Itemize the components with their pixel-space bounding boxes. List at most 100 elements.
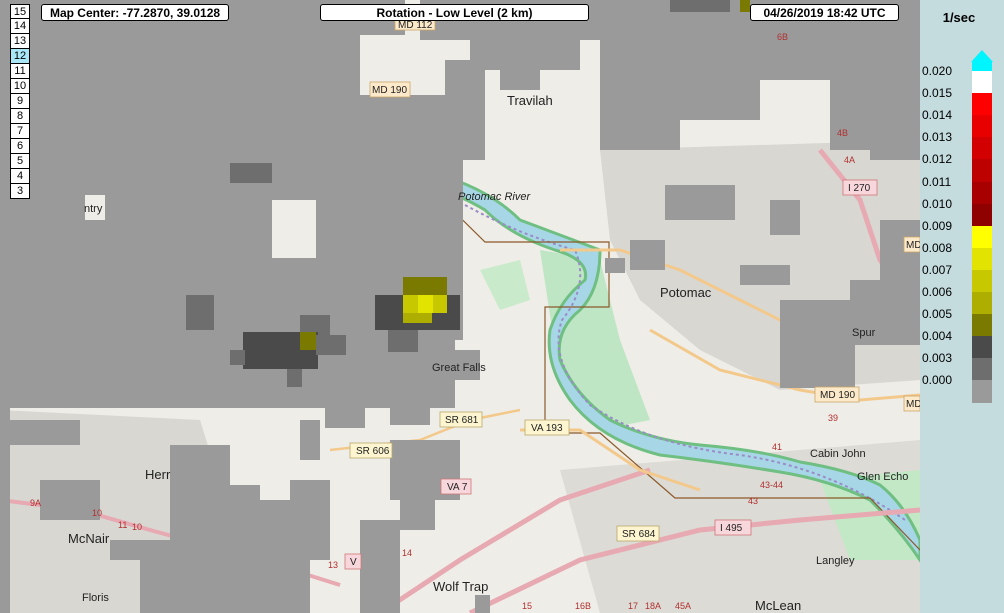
elevation-button-10[interactable]: 10 [10,79,30,94]
shield-md-east: MD [903,236,920,253]
svg-text:10: 10 [92,508,102,518]
svg-text:18A: 18A [645,601,661,611]
place-mclean: McLean [755,598,801,613]
legend-label: 0.009 [922,218,953,233]
svg-text:10: 10 [132,522,142,532]
svg-text:MD: MD [906,240,920,251]
shield-i495: I 495 [714,519,752,536]
shield-va7: VA 7 [440,478,472,495]
legend-swatch [972,292,992,315]
svg-text:15: 15 [522,601,532,611]
shield-sr684: SR 684 [616,525,660,542]
svg-text:MD 112: MD 112 [398,20,433,31]
elevation-button-7[interactable]: 7 [10,124,30,139]
svg-text:I 495: I 495 [720,523,743,534]
elevation-selector: 15 14 13 12 11 10 9 8 7 6 5 4 3 [10,4,30,199]
legend-swatch [972,93,992,117]
product-selector[interactable]: Rotation - Low Level (2 km) [320,4,589,21]
svg-text:MD 190: MD 190 [372,85,407,96]
elevation-button-13[interactable]: 13 [10,34,30,49]
legend-swatch [972,225,992,249]
shield-md-east2: MD [903,395,920,412]
place-herr: Herr [145,467,171,482]
svg-text:VA 193: VA 193 [531,423,563,434]
elevation-button-5[interactable]: 5 [10,154,30,169]
legend-label: 0.012 [922,152,953,167]
svg-text:SR 606: SR 606 [356,446,390,457]
place-travilah: Travilah [507,93,553,108]
place-spur: Spur [852,327,876,339]
legend-swatch [972,115,992,139]
color-legend: 1/sec 0.020 0.015 0.014 0.013 0.012 0.011 0.01… [920,0,1004,613]
legend-label: 0.005 [922,307,953,322]
svg-text:41: 41 [772,442,782,452]
svg-text:VA 7: VA 7 [447,482,468,493]
legend-label: 0.003 [922,351,953,366]
legend-swatch [972,137,992,161]
map-center-readout: Map Center: -77.2870, 39.0128 [41,4,229,21]
svg-text:14: 14 [402,548,412,558]
elevation-button-6[interactable]: 6 [10,139,30,154]
shield-v: V [344,553,362,570]
place-floris: Floris [82,592,109,604]
place-langley: Langley [816,555,855,567]
svg-text:4A: 4A [844,155,855,165]
legend-swatch [972,336,992,360]
svg-text:V: V [350,557,357,568]
place-potomac: Potomac [660,285,712,300]
svg-text:4B: 4B [837,128,848,138]
legend-label: 0.013 [922,130,953,145]
elevation-button-15[interactable]: 15 [10,4,30,19]
legend-label: 0.011 [922,174,952,189]
legend-label: 0.015 [922,86,953,101]
svg-text:MD 190: MD 190 [820,390,855,401]
elevation-button-12[interactable]: 12 [10,49,30,64]
place-mcnair: McNair [68,531,110,546]
svg-text:MD: MD [906,399,920,410]
shield-sr606: SR 606 [349,442,393,459]
shield-i270: I 270 [842,179,878,196]
legend-swatch [972,159,992,183]
elevation-button-9[interactable]: 9 [10,94,30,109]
legend-swatch [972,358,992,382]
elevation-button-14[interactable]: 14 [10,19,30,34]
radar-map[interactable]: Travilah Potomac Great Falls Cabin John … [0,0,920,613]
legend-swatch [972,247,992,271]
legend-swatch [972,314,992,338]
legend-swatch [972,380,992,404]
legend-swatch [972,71,992,94]
svg-text:43-44: 43-44 [760,480,783,490]
svg-text:11: 11 [118,520,127,530]
shield-md190-east: MD 190 [814,386,860,403]
legend-label: 0.014 [922,108,953,123]
svg-text:9A: 9A [30,498,41,508]
svg-text:6B: 6B [777,32,788,42]
legend-label: 0.000 [922,373,953,388]
place-glen-echo: Glen Echo [857,471,908,483]
svg-text:39: 39 [828,413,838,423]
svg-text:43: 43 [748,496,758,506]
map-canvas[interactable]: Travilah Potomac Great Falls Cabin John … [0,0,920,613]
legend-label: 0.004 [922,329,953,344]
shield-md190-north: MD 190 [369,81,411,98]
place-wolf-trap: Wolf Trap [433,579,488,594]
elevation-button-8[interactable]: 8 [10,109,30,124]
place-great-falls: Great Falls [432,362,486,374]
legend-swatch [972,269,992,293]
shield-sr681: SR 681 [439,411,483,428]
elevation-button-4[interactable]: 4 [10,169,30,184]
legend-swatch [972,181,992,205]
legend-overflow-arrow-base [972,61,992,71]
svg-text:I 270: I 270 [848,183,871,194]
svg-text:16B: 16B [575,601,591,611]
legend-label: 0.006 [922,285,953,299]
shield-va193: VA 193 [524,419,570,436]
legend-label: 0.010 [922,196,953,211]
place-fragment: ntry [84,203,103,215]
elevation-button-11[interactable]: 11 [10,64,30,79]
legend-swatch [972,203,992,227]
elevation-button-3[interactable]: 3 [10,184,30,199]
svg-text:45A: 45A [675,601,691,611]
river-label: Potomac River [458,191,531,203]
legend-label: 0.020 [922,64,953,78]
